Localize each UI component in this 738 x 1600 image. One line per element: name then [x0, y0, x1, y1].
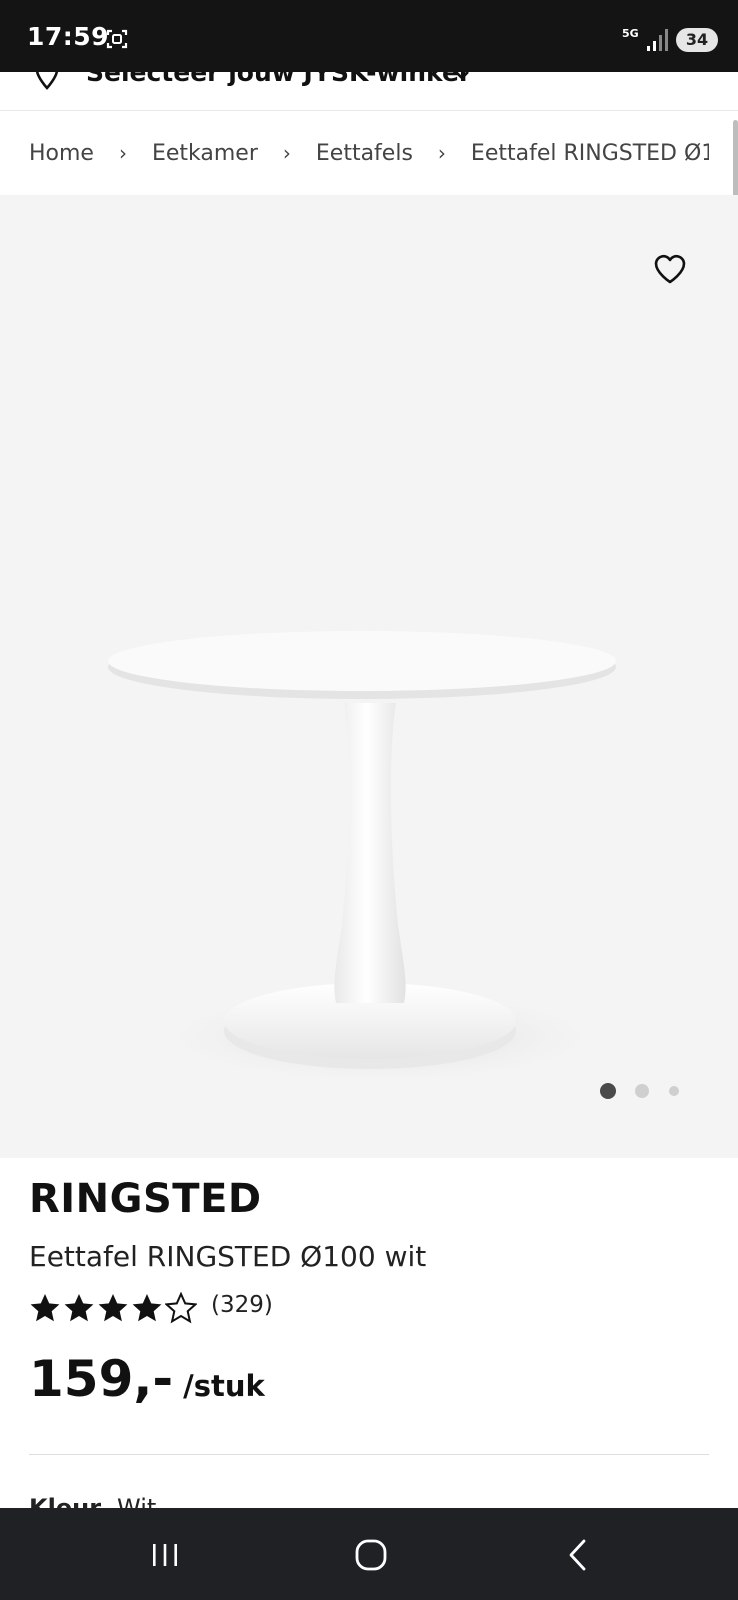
breadcrumb-home[interactable]: Home	[29, 141, 94, 166]
product-title: Eettafel RINGSTED Ø100 wit	[29, 1240, 427, 1273]
pagination-dot[interactable]	[669, 1086, 679, 1096]
breadcrumb-current: Eettafel RINGSTED Ø100 wit	[470, 140, 709, 166]
status-bar: 17:59 5G 34	[0, 0, 738, 72]
screenshot-icon	[106, 29, 128, 49]
breadcrumb-eetkamer[interactable]: Eetkamer	[152, 141, 258, 166]
chevron-down-icon	[455, 72, 469, 80]
rating-stars-icon	[30, 1293, 197, 1323]
pagination-dot[interactable]	[635, 1084, 649, 1098]
product-gallery[interactable]	[0, 195, 738, 1158]
recent-apps-icon[interactable]	[148, 1538, 182, 1572]
section-divider	[29, 1454, 709, 1455]
network-indicator: 5G	[622, 27, 639, 40]
color-value: Wit	[117, 1494, 157, 1508]
color-label: Kleur	[29, 1494, 102, 1508]
battery-indicator: 34	[676, 28, 718, 52]
product-brand: RINGSTED	[29, 1176, 262, 1222]
chevron-right-icon: ›	[437, 141, 446, 165]
signal-icon	[647, 29, 668, 51]
chevron-right-icon: ›	[282, 141, 291, 165]
breadcrumb-eettafels[interactable]: Eettafels	[316, 141, 413, 166]
product-price: 159,- /stuk	[29, 1350, 265, 1408]
price-unit: /stuk	[183, 1369, 265, 1403]
location-pin-icon	[35, 72, 59, 90]
store-selector-label: Selecteer jouw JYSK-winkel	[86, 72, 468, 87]
price-amount: 159,-	[29, 1350, 174, 1408]
pagination-dot-active[interactable]	[600, 1083, 616, 1099]
breadcrumb: Home › Eetkamer › Eettafels › Eettafel R…	[29, 140, 709, 170]
system-navigation-bar	[0, 1508, 738, 1600]
status-time: 17:59	[27, 22, 110, 51]
rating-count: (329)	[211, 1292, 273, 1318]
store-selector[interactable]: Selecteer jouw JYSK-winkel	[0, 72, 738, 111]
heart-icon[interactable]	[652, 251, 688, 287]
back-icon[interactable]	[562, 1538, 596, 1572]
chevron-right-icon: ›	[118, 141, 127, 165]
product-image	[108, 631, 616, 1085]
home-icon[interactable]	[354, 1538, 388, 1572]
color-selector[interactable]: Kleur Wit	[29, 1494, 156, 1508]
